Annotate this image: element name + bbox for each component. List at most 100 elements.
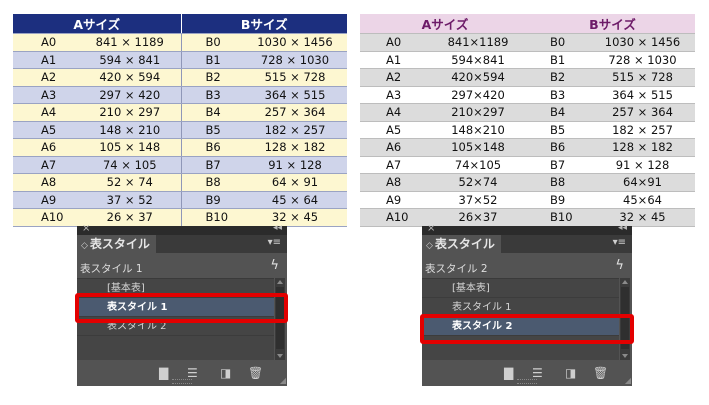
b-value: 91 × 128: [243, 156, 347, 174]
a-value: 420 × 594: [79, 68, 182, 87]
b-code: B3: [181, 86, 243, 104]
load-styles-icon[interactable]: ☰: [532, 367, 543, 379]
a-value: 37×52: [426, 191, 530, 209]
list-item-basic-table[interactable]: [基本表]: [422, 279, 619, 298]
table-row: A3 297 × 420 B3 364 × 515: [13, 86, 347, 104]
resize-corner-icon[interactable]: ◢: [625, 376, 631, 385]
b-code: B6: [181, 138, 243, 157]
table-row: A9 37 × 52 B9 45 × 64: [13, 191, 347, 209]
header-b-size: Bサイズ: [181, 14, 347, 34]
b-code: B0: [181, 33, 243, 52]
b-code: B3: [530, 86, 590, 104]
b-code: B1: [181, 51, 243, 69]
resize-grip[interactable]: [172, 379, 192, 384]
table-row: A5 148×210 B5 182 × 257: [360, 121, 695, 139]
b-value: 45×64: [590, 191, 695, 209]
b-value: 257 × 364: [243, 103, 347, 122]
b-value: 91 × 128: [590, 156, 695, 174]
b-code: B6: [530, 138, 590, 157]
a-code: A7: [13, 156, 79, 174]
a-code: A5: [360, 121, 426, 139]
b-value: 32 × 45: [590, 208, 695, 227]
table-styles-panel-right: × ◂◂ ◇ 表スタイル ▾≡ 表スタイル 2 ϟ [基本表] 表スタイル 1 表…: [422, 223, 632, 386]
panel-menu-icon[interactable]: ▾≡: [613, 237, 626, 248]
table-row: A0 841×1189 B0 1030 × 1456: [360, 33, 695, 52]
header-a-size: Aサイズ: [13, 14, 182, 34]
table-header-row: Aサイズ Bサイズ: [13, 14, 347, 34]
b-code: B4: [181, 103, 243, 122]
trash-icon[interactable]: 🗑: [593, 367, 608, 379]
scroll-up-icon[interactable]: [622, 280, 628, 284]
b-value: 728 × 1030: [243, 51, 347, 69]
a-code: A2: [13, 68, 79, 87]
scroll-down-icon[interactable]: [277, 354, 283, 358]
panel-menu-icon[interactable]: ▾≡: [268, 237, 281, 248]
header-b-size: Bサイズ: [530, 14, 695, 34]
b-code: B10: [181, 208, 243, 227]
table-style-2-sample: Aサイズ Bサイズ A0 841×1189 B0 1030 × 1456 A1 594×…: [360, 14, 695, 227]
selection-highlight-box: [420, 314, 634, 344]
collapse-icon[interactable]: ◂◂: [273, 223, 282, 233]
a-code: A1: [360, 51, 426, 69]
table-row: A3 297×420 B3 364 × 515: [360, 86, 695, 104]
b-value: 1030 × 1456: [243, 33, 347, 52]
b-code: B2: [530, 68, 590, 87]
b-code: B5: [181, 121, 243, 139]
panel-bottom-bar: ▇ ☰ ◨ 🗑 ◢: [77, 360, 287, 386]
current-style-label: 表スタイル 2: [425, 263, 488, 275]
tab-table-styles[interactable]: ◇ 表スタイル: [77, 235, 156, 253]
a-code: A4: [360, 103, 426, 122]
a-code: A0: [13, 33, 79, 52]
a-value: 105×148: [426, 138, 530, 157]
a-code: A3: [360, 86, 426, 104]
table-row: A5 148 × 210 B5 182 × 257: [13, 121, 347, 139]
new-style-icon[interactable]: ◨: [565, 367, 576, 379]
b-code: B7: [530, 156, 590, 174]
tab-table-styles[interactable]: ◇ 表スタイル: [422, 235, 501, 253]
resize-corner-icon[interactable]: ◢: [280, 376, 286, 385]
panel-tab-row: ◇ 表スタイル ▾≡: [77, 235, 287, 253]
new-style-icon[interactable]: ◨: [220, 367, 231, 379]
table-row: A8 52×74 B8 64×91: [360, 173, 695, 192]
a-code: A0: [360, 33, 426, 52]
b-value: 45 × 64: [243, 191, 347, 209]
a-value: 52 × 74: [79, 173, 182, 192]
a-value: 148 × 210: [79, 121, 182, 139]
b-value: 364 × 515: [590, 86, 695, 104]
quick-apply-icon[interactable]: ϟ: [615, 258, 624, 273]
close-icon[interactable]: ×: [82, 223, 90, 234]
a-code: A10: [13, 208, 79, 227]
b-code: B9: [181, 191, 243, 209]
a-value: 37 × 52: [79, 191, 182, 209]
scroll-up-icon[interactable]: [277, 280, 283, 284]
resize-grip[interactable]: [517, 379, 537, 384]
folder-icon[interactable]: ▇: [159, 367, 168, 379]
a-value: 210×297: [426, 103, 530, 122]
folder-icon[interactable]: ▇: [504, 367, 513, 379]
collapse-icon[interactable]: ◂◂: [618, 223, 627, 233]
table-row: A6 105 × 148 B6 128 × 182: [13, 138, 347, 157]
b-value: 182 × 257: [590, 121, 695, 139]
close-icon[interactable]: ×: [427, 223, 435, 234]
b-code: B8: [530, 173, 590, 192]
b-code: B0: [530, 33, 590, 52]
table-style-1-sample: Aサイズ Bサイズ A0 841 × 1189 B0 1030 × 1456 A1 59…: [13, 14, 347, 227]
table-row: A10 26 × 37 B10 32 × 45: [13, 208, 347, 227]
table-row: A1 594×841 B1 728 × 1030: [360, 51, 695, 69]
load-styles-icon[interactable]: ☰: [187, 367, 198, 379]
b-value: 128 × 182: [590, 138, 695, 157]
b-code: B5: [530, 121, 590, 139]
b-value: 128 × 182: [243, 138, 347, 157]
b-value: 64 × 91: [243, 173, 347, 192]
tab-label: 表スタイル: [434, 237, 495, 251]
a-value: 210 × 297: [79, 103, 182, 122]
quick-apply-icon[interactable]: ϟ: [270, 258, 279, 273]
table-row: A9 37×52 B9 45×64: [360, 191, 695, 209]
a-code: A2: [360, 68, 426, 87]
b-value: 64×91: [590, 173, 695, 192]
scroll-down-icon[interactable]: [622, 354, 628, 358]
a-code: A1: [13, 51, 79, 69]
b-value: 257 × 364: [590, 103, 695, 122]
trash-icon[interactable]: 🗑: [248, 367, 263, 379]
a-value: 297×420: [426, 86, 530, 104]
